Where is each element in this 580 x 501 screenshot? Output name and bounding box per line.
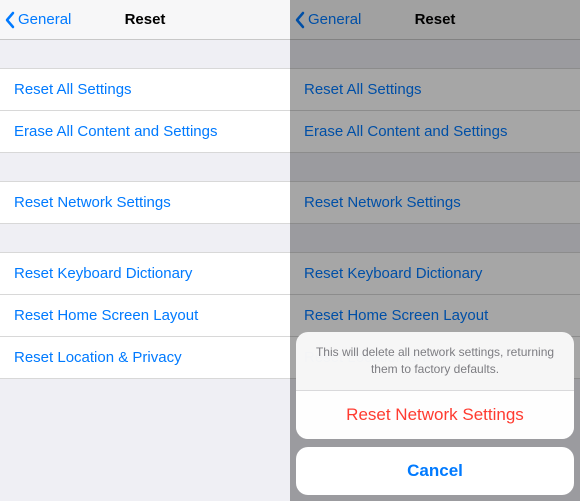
reset-all-settings[interactable]: Reset All Settings (0, 68, 290, 111)
right-pane: General Reset Reset All Settings Erase A… (290, 0, 580, 501)
settings-group-1: Reset All Settings Erase All Content and… (0, 68, 290, 153)
reset-home-screen-layout[interactable]: Reset Home Screen Layout (0, 295, 290, 337)
back-button[interactable]: General (0, 11, 71, 29)
settings-group-3: Reset Keyboard Dictionary Reset Home Scr… (0, 252, 290, 379)
action-sheet-body: This will delete all network settings, r… (296, 332, 574, 439)
cancel-button[interactable]: Cancel (296, 447, 574, 495)
reset-keyboard-dictionary[interactable]: Reset Keyboard Dictionary (0, 252, 290, 295)
reset-network-settings[interactable]: Reset Network Settings (0, 181, 290, 224)
back-label: General (18, 11, 71, 28)
action-sheet: This will delete all network settings, r… (296, 332, 574, 495)
left-pane: General Reset Reset All Settings Erase A… (0, 0, 290, 501)
action-sheet-message: This will delete all network settings, r… (296, 332, 574, 391)
navbar: General Reset (0, 0, 290, 40)
reset-location-privacy[interactable]: Reset Location & Privacy (0, 337, 290, 379)
settings-group-2: Reset Network Settings (0, 181, 290, 224)
chevron-left-icon (4, 11, 16, 29)
confirm-reset-network-button[interactable]: Reset Network Settings (296, 391, 574, 439)
erase-all-content[interactable]: Erase All Content and Settings (0, 111, 290, 153)
